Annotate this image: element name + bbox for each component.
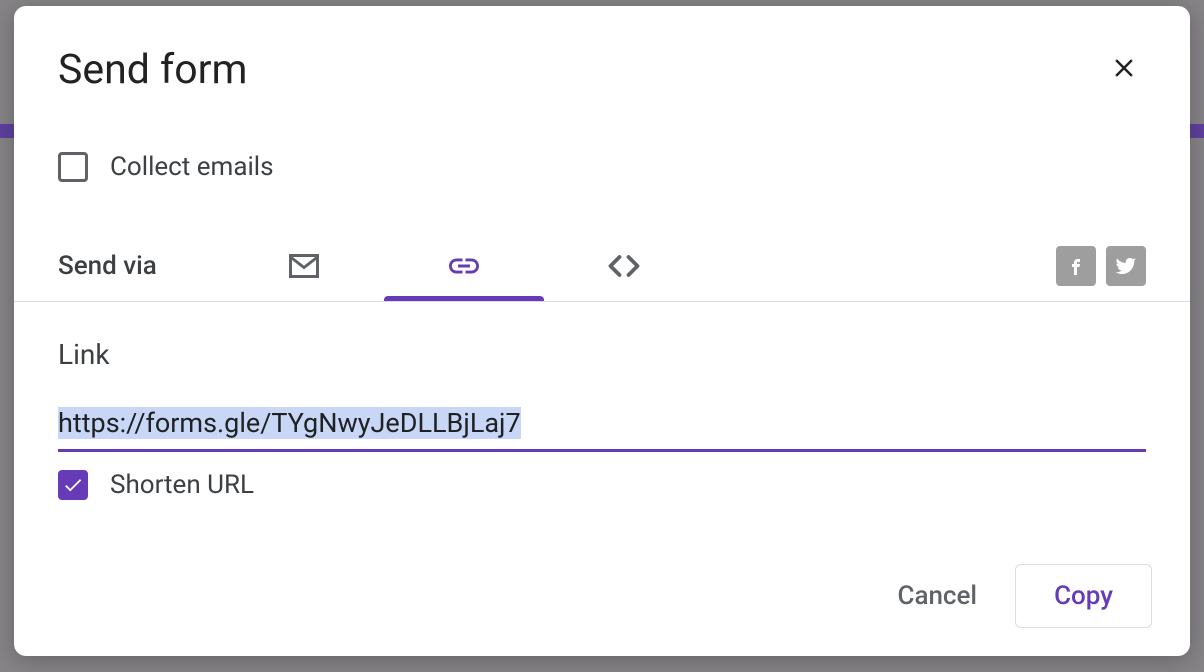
send-via-row: Send via <box>14 182 1190 302</box>
shorten-url-label: Shorten URL <box>110 470 254 500</box>
share-facebook-button[interactable] <box>1056 246 1096 286</box>
cancel-button[interactable]: Cancel <box>887 569 987 623</box>
close-button[interactable] <box>1102 46 1146 90</box>
tab-email[interactable] <box>224 230 384 301</box>
collect-emails-row: Collect emails <box>14 100 1190 182</box>
dialog-title: Send form <box>58 46 248 94</box>
social-buttons <box>1056 246 1146 286</box>
embed-icon <box>606 248 642 284</box>
send-via-tabs <box>224 230 704 301</box>
send-via-label: Send via <box>58 251 224 281</box>
dialog-header: Send form <box>14 46 1190 100</box>
dialog-actions: Cancel Copy <box>887 564 1152 628</box>
copy-button[interactable]: Copy <box>1015 564 1152 628</box>
shorten-url-row: Shorten URL <box>58 470 1146 500</box>
twitter-icon <box>1114 254 1138 278</box>
tab-embed[interactable] <box>544 230 704 301</box>
share-twitter-button[interactable] <box>1106 246 1146 286</box>
mail-icon <box>286 248 322 284</box>
link-input[interactable] <box>58 401 1146 452</box>
link-section-label: Link <box>58 338 1146 371</box>
facebook-icon <box>1064 254 1088 278</box>
link-section: Link Shorten URL <box>14 302 1190 500</box>
collect-emails-checkbox[interactable] <box>58 152 88 182</box>
shorten-url-checkbox[interactable] <box>58 470 88 500</box>
collect-emails-label: Collect emails <box>110 152 274 182</box>
close-icon <box>1109 53 1139 83</box>
send-form-dialog: Send form Collect emails Send via <box>14 6 1190 656</box>
tab-link[interactable] <box>384 230 544 301</box>
link-icon <box>446 248 482 284</box>
